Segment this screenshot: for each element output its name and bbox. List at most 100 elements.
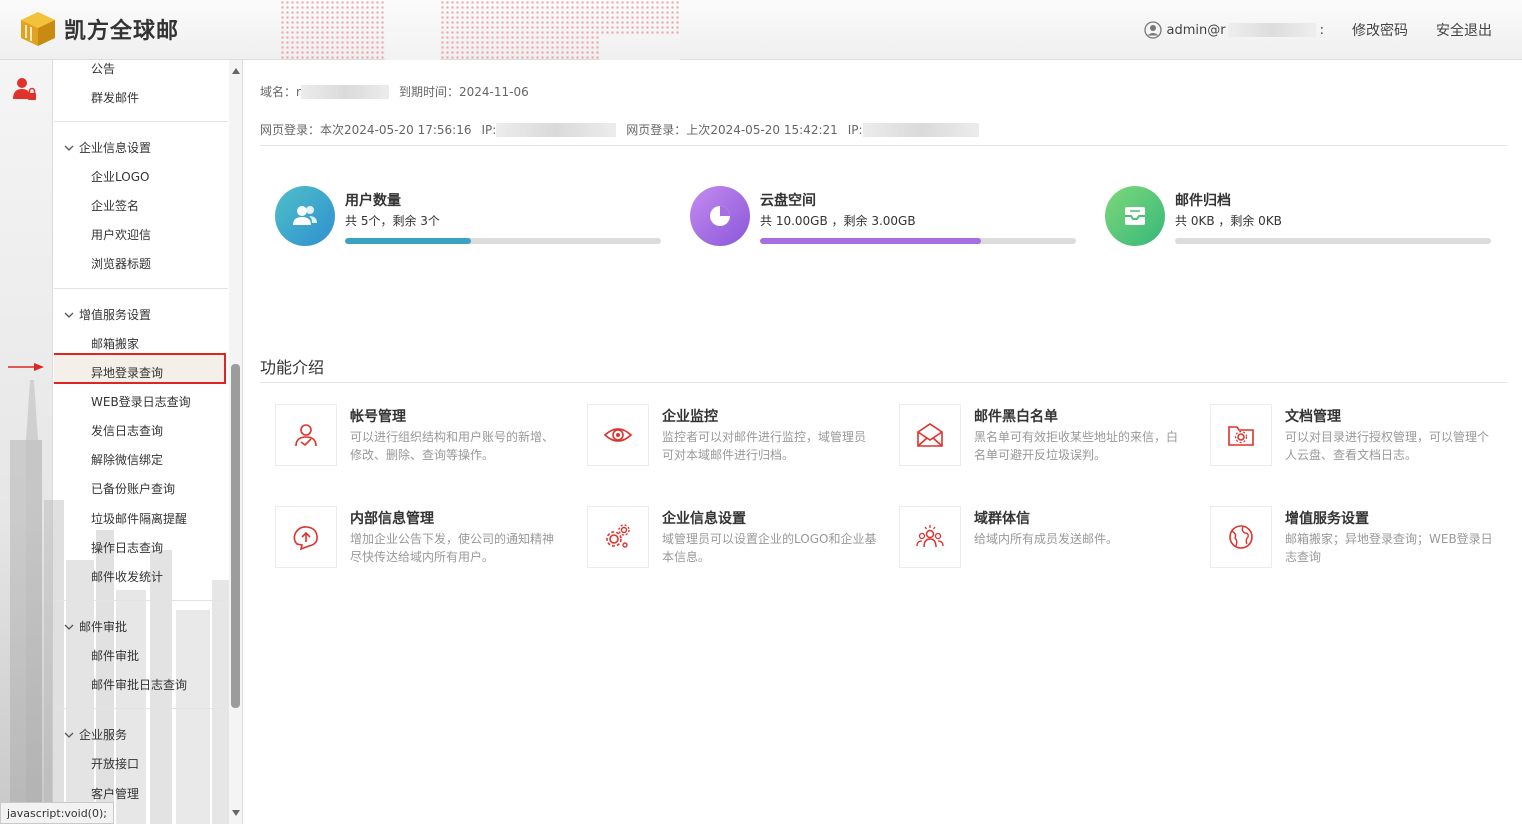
- user-account-suffix: :: [1319, 22, 1324, 38]
- stat-title: 用户数量: [345, 193, 401, 209]
- sidebar-item-send-log[interactable]: 发信日志查询: [91, 422, 163, 439]
- sidebar-group-value-added[interactable]: 增值服务设置: [64, 306, 151, 323]
- brand-name: 凯方全球邮: [64, 19, 180, 44]
- feature-enterprise-settings[interactable]: 企业信息设置 域管理员可以设置企业的LOGO和企业基本信息。: [587, 506, 887, 570]
- sidebar-item-mail-stats[interactable]: 邮件收发统计: [91, 568, 163, 585]
- stat-sub: 共 5个，剩余 3个: [345, 214, 440, 228]
- mail-icon: [917, 423, 943, 447]
- stat-progress-fill: [345, 238, 472, 244]
- main-content: 域名： r 到期时间： 2024-11-06 网页登录：本次 2024-05-2…: [244, 60, 1522, 824]
- chat-upload-icon: [293, 526, 318, 551]
- feature-title: 企业信息设置: [662, 511, 746, 527]
- feature-enterprise-monitor[interactable]: 企业监控 监控者可以对邮件进行监控，域管理员可对本域邮件进行归档。: [587, 404, 887, 468]
- browser-status-bar: javascript:void(0);: [0, 802, 114, 824]
- sidebar-group-enterprise-service[interactable]: 企业服务: [64, 726, 127, 743]
- feature-mail-blacklist[interactable]: 邮件黑白名单 黑名单可有效拒收某些地址的来信，白名单可避开反垃圾误判。: [899, 404, 1199, 468]
- sidebar-item-logo[interactable]: 企业LOGO: [91, 168, 149, 185]
- feature-title: 域群体信: [974, 511, 1030, 527]
- feature-document-management[interactable]: 文档管理 可以对目录进行授权管理，可以管理个人云盘、查看文档日志。: [1210, 404, 1510, 468]
- stat-progress: [1175, 238, 1491, 244]
- feature-desc: 域管理员可以设置企业的LOGO和企业基本信息。: [662, 532, 877, 564]
- feature-desc: 给域内所有成员发送邮件。: [974, 532, 1119, 546]
- account-icon: [295, 424, 317, 447]
- gears-icon: [606, 524, 630, 548]
- feature-internal-info[interactable]: 内部信息管理 增加企业公告下发，使公司的通知精神尽快传达给域内所有用户。: [275, 506, 575, 570]
- stat-card-mail-archive: 邮件归档 共 0KB ，剩余 0KB: [1105, 186, 1495, 246]
- change-password-link[interactable]: 修改密码: [1352, 20, 1408, 40]
- sidebar-item-mail-approval[interactable]: 邮件审批: [91, 647, 139, 664]
- stat-card-cloud-storage: 云盘空间 共 10.00GB ，剩余 3.00GB: [690, 186, 1080, 246]
- admin-lock-icon[interactable]: [12, 76, 38, 102]
- feature-title: 增值服务设置: [1285, 511, 1369, 527]
- sidebar-menu: 公告 群发邮件 企业信息设置 企业LOGO 企业签名 用户欢迎信 浏览器标题 增…: [54, 60, 228, 824]
- feature-account-management[interactable]: 帐号管理 可以进行组织结构和用户账号的新增、修改、删除、查询等操作。: [275, 404, 575, 468]
- top-header: 凯方全球邮 admin@r : 修改密码 安全退出: [0, 0, 1522, 60]
- feature-desc: 可以对目录进行授权管理，可以管理个人云盘、查看文档日志。: [1285, 430, 1490, 462]
- brand-logo[interactable]: 凯方全球邮: [18, 10, 179, 48]
- stat-title: 邮件归档: [1175, 193, 1231, 209]
- user-avatar-icon: [1143, 21, 1162, 39]
- domain-info-line: 域名： r 到期时间： 2024-11-06: [260, 84, 529, 99]
- sidebar-item-mass-mail[interactable]: 群发邮件: [91, 89, 139, 106]
- chevron-down-icon: [64, 624, 74, 630]
- feature-desc: 增加企业公告下发，使公司的通知精神尽快传达给域内所有用户。: [350, 532, 555, 564]
- sidebar-scrollbar[interactable]: [229, 60, 243, 824]
- expire-date: 2024-11-06: [458, 84, 529, 99]
- feature-title: 帐号管理: [350, 409, 406, 425]
- sidebar-item-mailbox-migration[interactable]: 邮箱搬家: [91, 335, 139, 352]
- chevron-down-icon: [64, 312, 74, 318]
- stat-card-users: 用户数量 共 5个，剩余 3个: [275, 186, 665, 246]
- stat-progress: [345, 238, 661, 244]
- feature-title: 企业监控: [662, 409, 718, 425]
- sidebar-item-signature[interactable]: 企业签名: [91, 197, 139, 214]
- folder-gear-icon: [1228, 426, 1254, 446]
- logo-cube-icon: [21, 12, 55, 46]
- feature-desc: 邮箱搬家；异地登录查询；WEB登录日志查询: [1285, 532, 1493, 564]
- redacted-ip-last: [862, 122, 979, 137]
- sidebar-item-browser-title[interactable]: 浏览器标题: [91, 255, 151, 272]
- sidebar-group-mail-approval[interactable]: 邮件审批: [64, 618, 127, 635]
- redacted-user-domain: [1227, 23, 1316, 37]
- feature-desc: 黑名单可有效拒收某些地址的来信，白名单可避开反垃圾误判。: [974, 430, 1179, 462]
- scroll-up-arrow-icon[interactable]: [232, 68, 240, 74]
- stat-sub: 共 10.00GB ，剩余 3.00GB: [760, 214, 916, 228]
- left-icon-column: [0, 60, 53, 824]
- sidebar-item-approval-log[interactable]: 邮件审批日志查询: [91, 676, 187, 693]
- sidebar-item-open-api[interactable]: 开放接口: [91, 755, 139, 772]
- features-section-title: 功能介绍: [260, 358, 325, 377]
- sidebar-item-welcome-letter[interactable]: 用户欢迎信: [91, 226, 151, 243]
- feature-title: 内部信息管理: [350, 511, 434, 527]
- users-icon: [275, 186, 335, 246]
- stat-progress: [760, 238, 1076, 244]
- sidebar-item-announcement[interactable]: 公告: [91, 60, 115, 77]
- stat-sub: 共 0KB ，剩余 0KB: [1175, 214, 1282, 228]
- sidebar-item-operation-log[interactable]: 操作日志查询: [91, 539, 163, 556]
- user-toolbar: admin@r : 修改密码 安全退出: [1143, 20, 1492, 40]
- scrollbar-thumb[interactable]: [231, 364, 240, 708]
- sidebar-item-spam-quarantine[interactable]: 垃圾邮件隔离提醒: [91, 510, 187, 527]
- sidebar-item-unbind-wechat[interactable]: 解除微信绑定: [91, 451, 163, 468]
- sidebar-item-backup-accounts[interactable]: 已备份账户查询: [91, 480, 175, 497]
- stat-title: 云盘空间: [760, 193, 816, 209]
- sidebar-item-customer-management[interactable]: 客户管理: [91, 785, 139, 802]
- globe-icon: [1229, 525, 1253, 549]
- group-icon: [916, 525, 944, 548]
- sidebar-group-enterprise-info[interactable]: 企业信息设置: [64, 139, 151, 156]
- login-info-line: 网页登录：本次 2024-05-20 17:56:16 IP: 网页登录：上次 …: [260, 121, 979, 138]
- sidebar-item-remote-login-query[interactable]: 异地登录查询: [91, 364, 163, 381]
- stat-progress-fill: [760, 238, 982, 244]
- logout-link[interactable]: 安全退出: [1436, 20, 1492, 40]
- red-arrow-indicator: [8, 363, 44, 371]
- chevron-down-icon: [64, 145, 74, 151]
- feature-title: 文档管理: [1285, 409, 1341, 425]
- eye-icon: [603, 428, 633, 442]
- feature-domain-group-mail[interactable]: 域群体信 给域内所有成员发送邮件。: [899, 506, 1199, 570]
- feature-value-added-settings[interactable]: 增值服务设置 邮箱搬家；异地登录查询；WEB登录日志查询: [1210, 506, 1510, 570]
- scroll-down-arrow-icon[interactable]: [232, 810, 240, 816]
- sidebar-item-web-login-log[interactable]: WEB登录日志查询: [91, 393, 191, 410]
- redacted-ip-this: [496, 122, 617, 137]
- redacted-domain: [300, 84, 389, 99]
- user-account: admin@r: [1166, 22, 1226, 38]
- inbox-icon: [1105, 186, 1165, 246]
- feature-desc: 可以进行组织结构和用户账号的新增、修改、删除、查询等操作。: [350, 430, 555, 462]
